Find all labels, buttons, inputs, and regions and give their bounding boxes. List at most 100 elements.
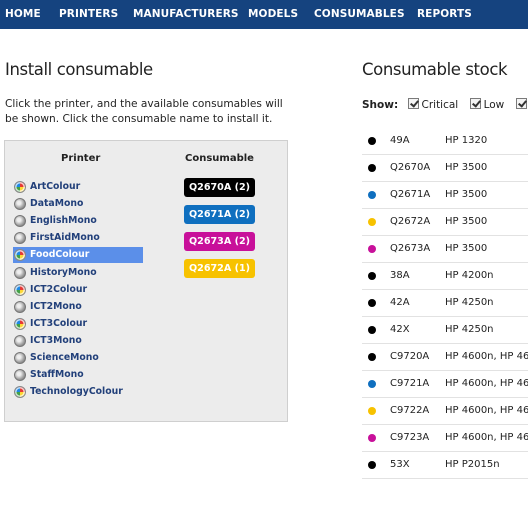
ink-colour-dot-icon [368,245,376,253]
printer-name: ICT3Mono [30,334,82,346]
install-title: Install consumable [5,60,153,79]
printer-model: HP 3500 [445,162,488,173]
top-nav: HOME PRINTERS MANUFACTURERS MODELS CONSU… [0,0,528,29]
printer-model: HP 4250n [445,297,494,308]
colour-printer-icon [14,249,26,262]
printer-item[interactable]: ArtColour [13,179,143,195]
ink-colour-dot-icon [368,272,376,280]
printer-name: FirstAidMono [30,232,100,244]
colour-printer-icon [14,317,26,330]
printer-name: ICT2Mono [30,300,82,312]
printer-name: ICT2Colour [30,283,88,295]
printer-item[interactable]: TechnologyColour [13,384,143,400]
stock-row[interactable]: C9721A HP 4600n, HP 465 [362,371,528,398]
ink-colour-dot-icon [368,218,376,226]
stock-row[interactable]: C9723A HP 4600n, HP 465 [362,425,528,452]
printer-model: HP P2015n [445,459,500,470]
printer-model: HP 1320 [445,135,488,146]
stock-row[interactable]: Q2671A HP 3500 [362,182,528,209]
printer-item[interactable]: FirstAidMono [13,230,143,246]
ink-colour-dot-icon [368,299,376,307]
printer-model: HP 4200n [445,270,494,281]
install-panel: Printer Consumable ArtColour DataMono Engl… [4,140,288,422]
consumable-column-header: Consumable [185,153,254,164]
printer-model: HP 4600n, HP 465 [445,351,528,362]
filter-low-checkbox[interactable] [469,98,481,109]
nav-printers[interactable]: PRINTERS [59,0,118,29]
printer-item[interactable]: HistoryMono [13,265,143,281]
mono-printer-icon [14,369,26,382]
consumable-code: 42A [390,297,410,308]
nav-manufacturers[interactable]: MANUFACTURERS [133,0,239,29]
stock-row[interactable]: 38A HP 4200n [362,263,528,290]
printer-name: DataMono [30,198,84,210]
printer-name: StaffMono [30,369,84,381]
stock-row[interactable]: 42X HP 4250n [362,317,528,344]
consumable-code: C9720A [390,351,430,362]
consumable-code: C9723A [390,432,430,443]
printer-model: HP 3500 [445,189,488,200]
colour-printer-icon [14,181,26,193]
filter-low-label: Low [483,99,505,111]
stock-row[interactable]: Q2670A HP 3500 [362,155,528,182]
printer-item[interactable]: ScienceMono [13,350,143,366]
ink-colour-dot-icon [368,326,376,334]
filter-critical-checkbox[interactable] [407,98,419,109]
mono-printer-icon [14,198,26,211]
filter-ok-checkbox[interactable] [515,98,527,109]
printer-name: ArtColour [30,181,81,192]
ink-colour-dot-icon [368,434,376,442]
printer-item[interactable]: FoodColour [13,247,143,264]
stock-title: Consumable stock [362,60,508,79]
printer-item[interactable]: ICT2Colour [13,282,143,298]
install-instructions: Click the printer, and the available con… [5,98,283,125]
install-consumable-button[interactable]: Q2673A (2) [184,232,256,251]
consumable-code: Q2670A [390,162,431,173]
stock-row[interactable]: Q2672A HP 3500 [362,209,528,236]
stock-row[interactable]: C9722A HP 4600n, HP 465 [362,398,528,425]
ink-colour-dot-icon [368,407,376,415]
printer-model: HP 3500 [445,216,488,227]
printer-item[interactable]: StaffMono [13,367,143,383]
printer-column-header: Printer [61,153,101,164]
ink-colour-dot-icon [368,380,376,388]
ink-colour-dot-icon [368,353,376,361]
nav-home[interactable]: HOME [5,0,41,29]
printer-name: ICT3Colour [30,317,88,329]
nav-consumables[interactable]: CONSUMABLES [314,0,405,29]
mono-printer-icon [14,352,26,364]
install-consumable-button[interactable]: Q2670A (2) [184,178,256,197]
printer-model: HP 4600n, HP 465 [445,432,528,443]
nav-models[interactable]: MODELS [248,0,298,29]
printer-model: HP 3500 [445,243,488,254]
colour-printer-icon [14,283,26,296]
consumable-code: 42X [390,324,410,335]
consumable-code: C9721A [390,378,430,389]
stock-row[interactable]: 53X HP P2015n [362,452,528,479]
install-consumable-button[interactable]: Q2671A (2) [184,205,256,224]
colour-printer-icon [14,386,26,399]
printer-item[interactable]: EnglishMono [13,213,143,229]
stock-row[interactable]: 42A HP 4250n [362,290,528,317]
mono-printer-icon [14,266,26,279]
consumable-code: 53X [390,459,410,470]
stock-filter-row: Show: Critical Low OK [362,98,528,111]
consumable-code: Q2673A [390,243,431,254]
ink-colour-dot-icon [368,164,376,172]
printer-name: ScienceMono [30,352,99,363]
install-consumable-button[interactable]: Q2672A (1) [184,259,256,278]
stock-row[interactable]: C9720A HP 4600n, HP 465 [362,344,528,371]
nav-reports[interactable]: REPORTS [417,0,472,29]
stock-row[interactable]: Q2673A HP 3500 [362,236,528,263]
printer-model: HP 4250n [445,324,494,335]
stock-row[interactable]: 49A HP 1320 [362,128,528,155]
printer-item[interactable]: ICT2Mono [13,299,143,315]
printer-item[interactable]: ICT3Mono [13,333,143,349]
printer-item[interactable]: ICT3Colour [13,316,143,332]
mono-printer-icon [14,300,26,313]
printer-name: FoodColour [30,249,90,261]
consumable-code: 49A [390,135,410,146]
mono-printer-icon [14,215,26,228]
mono-printer-icon [14,334,26,347]
printer-item[interactable]: DataMono [13,196,143,212]
